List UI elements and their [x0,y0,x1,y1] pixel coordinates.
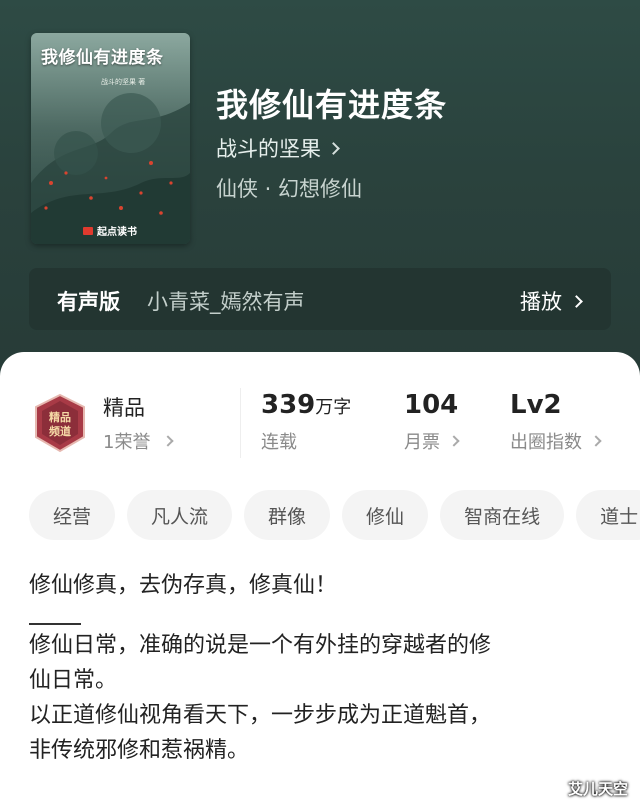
monthly-votes-stat[interactable]: 104 月票 [404,390,460,454]
tag-chip[interactable]: 智商在线 [440,490,565,540]
intro-line: 非传统邪修和惹祸精。 [29,738,250,763]
quality-label: 精品 [103,396,145,420]
audio-narrator: 小青菜_嫣然有声 [147,290,305,314]
honor-link[interactable]: 1荣誉 [103,428,175,454]
book-intro[interactable]: 修仙修真，去伪存真，修真仙！ 修仙日常，准确的说是一个有外挂的穿越者的修 仙日常… [29,568,619,768]
publisher-logo-icon [83,226,93,235]
tag-chip[interactable]: 道士 [576,490,640,540]
book-cover[interactable]: 我修仙有进度条 战斗的坚果 著 起点读书 [31,33,190,244]
chevron-right-icon [162,435,175,447]
monthly-votes-value: 104 [404,390,459,420]
popularity-label: 出圈指数 [510,432,582,453]
intro-line: 修仙修真，去伪存真，修真仙！ [29,573,338,598]
watermark: 艾儿天空 [567,780,628,798]
popularity-value: Lv2 [510,390,562,420]
chevron-right-icon [448,435,460,447]
tag-chip[interactable]: 凡人流 [127,490,233,540]
word-count-stat: 339万字 连载 [261,390,351,454]
monthly-votes-label: 月票 [404,432,440,453]
popularity-stat[interactable]: Lv2 出圈指数 [510,390,602,454]
publisher-name: 起点读书 [97,227,137,238]
stats-divider [240,388,241,458]
cover-author: 战斗的坚果 著 [101,78,146,86]
honor-count: 1荣誉 [103,432,151,453]
publisher-badge: 起点读书 [83,223,137,238]
audio-label: 有声版 [57,290,120,314]
tag-chip[interactable]: 经营 [29,490,116,540]
chevron-right-icon [570,294,583,308]
book-genre: 仙侠 · 幻想修仙 [216,177,363,201]
svg-text:精品: 精品 [49,410,71,424]
tag-list: 经营 凡人流 群像 修仙 智商在线 道士 [29,490,640,540]
status-label: 连载 [261,432,297,453]
word-count-unit: 万字 [315,397,352,418]
tag-chip[interactable]: 群像 [244,490,331,540]
word-count-value: 339 [261,390,316,420]
book-title: 我修仙有进度条 [216,86,448,124]
intro-separator [29,623,81,625]
chevron-right-icon [590,435,602,447]
audio-version-bar[interactable]: 有声版 小青菜_嫣然有声 播放 [29,268,611,330]
play-label: 播放 [520,290,562,314]
cover-title: 我修仙有进度条 [41,48,164,68]
intro-line: 修仙日常，准确的说是一个有外挂的穿越者的修 [29,633,492,658]
author-name: 战斗的坚果 [216,137,321,161]
quality-badge-icon[interactable]: 精品 频道 [31,393,89,453]
author-link[interactable]: 战斗的坚果 [216,133,340,163]
play-button[interactable]: 播放 [520,286,583,316]
intro-line: 以正道修仙视角看天下，一步步成为正道魁首， [29,703,492,728]
tag-chip[interactable]: 修仙 [342,490,429,540]
intro-line: 仙日常。 [29,668,118,693]
svg-text:频道: 频道 [49,424,71,438]
chevron-right-icon [327,141,340,155]
